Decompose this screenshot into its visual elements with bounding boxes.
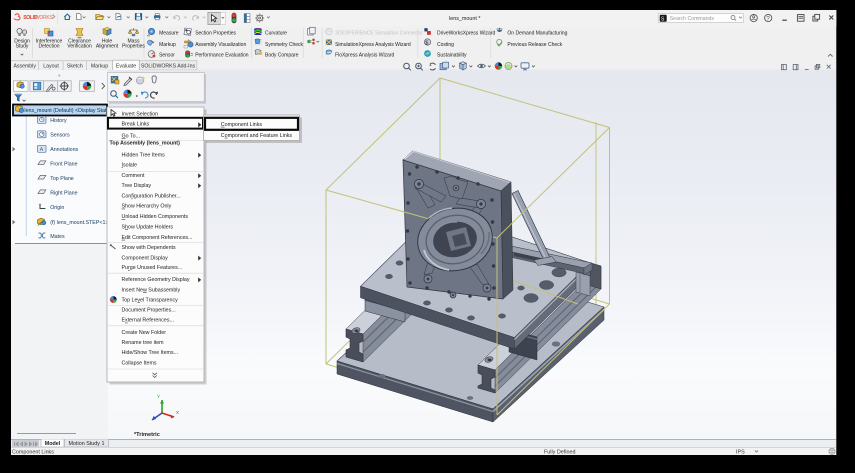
svg-text:Top Assembly (lens_mount): Top Assembly (lens_mount) — [110, 141, 181, 147]
svg-text:Rename tree item: Rename tree item — [122, 340, 165, 346]
svg-text:Isolate: Isolate — [122, 163, 138, 169]
svg-text:Component and Feature Links: Component and Feature Links — [221, 133, 293, 139]
svg-text:Collapse Items: Collapse Items — [122, 360, 157, 366]
svg-text:Purge Unused Features...: Purge Unused Features... — [122, 265, 183, 271]
svg-text:Document Properties...: Document Properties... — [122, 308, 176, 314]
svg-text:Go To...: Go To... — [122, 133, 140, 139]
svg-text:Component Display: Component Display — [122, 255, 169, 261]
svg-text:Hidden Tree Items: Hidden Tree Items — [122, 152, 166, 158]
svg-text:Comment: Comment — [122, 173, 145, 179]
svg-text:Reference Geometry Display: Reference Geometry Display — [122, 277, 190, 283]
svg-text:Show Hierarchy Only: Show Hierarchy Only — [122, 204, 172, 210]
svg-text:Edit Component References...: Edit Component References... — [122, 235, 193, 241]
svg-text:Top Level Transparency: Top Level Transparency — [122, 297, 179, 303]
svg-text:Create New Folder: Create New Folder — [122, 330, 167, 336]
svg-text:Hide/Show Tree Items...: Hide/Show Tree Items... — [122, 350, 179, 356]
svg-text:Insert New Subassembly: Insert New Subassembly — [122, 287, 181, 293]
svg-text:Break Links: Break Links — [122, 122, 150, 128]
svg-text:Invert Selection: Invert Selection — [122, 111, 159, 117]
svg-text:Show Update Holders: Show Update Holders — [122, 224, 174, 230]
svg-text:External References...: External References... — [122, 318, 174, 324]
svg-text:Configuration Publisher...: Configuration Publisher... — [122, 194, 181, 200]
svg-text:Component Links: Component Links — [221, 122, 263, 128]
svg-text:Show with Dependents: Show with Dependents — [122, 245, 177, 251]
svg-text:Unload Hidden Components: Unload Hidden Components — [122, 214, 189, 220]
svg-text:Tree Display: Tree Display — [122, 183, 152, 189]
